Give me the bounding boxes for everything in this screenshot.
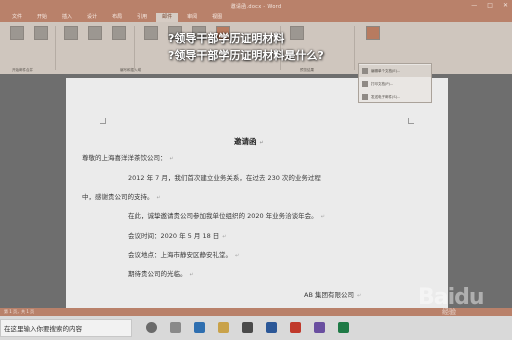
overlay-title-line2: ?领导干部学历证明材料是什么? [168, 49, 324, 62]
task-view-icon[interactable] [170, 322, 181, 333]
paragraph-mark: ↵ [222, 234, 227, 240]
paragraph-mark: ↵ [235, 253, 240, 259]
heading-text: 邀请函 [234, 137, 257, 146]
document-line: 期待贵公司的光临。 ↵ [128, 268, 194, 278]
document-line: 2012 年 7 月，我们首次建立业务关系，在过去 230 次的业务过程 [128, 172, 321, 182]
group-start-merge-label: 开始邮件合并 [12, 67, 33, 72]
document-line: 会议地点：上海市静安区静安礼堂。 ↵ [128, 249, 239, 259]
excel-icon[interactable] [338, 322, 349, 333]
onenote-icon[interactable] [314, 322, 325, 333]
ribbon-divider [354, 26, 355, 70]
paragraph-mark: ↵ [320, 214, 325, 220]
taskbar-search-placeholder: 在这里输入你要搜索的内容 [4, 325, 82, 333]
line-text: 2012 年 7 月，我们首次建立业务关系，在过去 230 次的业务过程 [128, 174, 321, 182]
maximize-button[interactable]: □ [487, 2, 493, 10]
store-icon[interactable] [242, 322, 253, 333]
group-label: 预览结果 [300, 66, 314, 74]
taskbar-search-box[interactable]: 在这里输入你要搜索的内容 [0, 319, 132, 337]
minimize-button[interactable]: — [471, 2, 477, 10]
paragraph-mark: ↵ [156, 195, 161, 201]
page-count: 第 1 页，共 1 页 [4, 309, 35, 314]
tab-references[interactable]: 引用 [131, 13, 153, 22]
highlight-fields-button[interactable] [140, 26, 162, 60]
tab-home[interactable]: 开始 [31, 13, 53, 22]
group-insert-fields-label: 编写和插入域 [120, 67, 141, 72]
tab-view[interactable]: 视图 [206, 13, 228, 22]
line-text: 会议时间：2020 年 5 月 18 日 [128, 232, 220, 240]
tab-layout[interactable]: 布局 [106, 13, 128, 22]
document-line: 中，感谢贵公司的支持。 ↵ [82, 191, 161, 201]
recipients-icon [88, 26, 102, 40]
email-icon [362, 94, 368, 100]
tab-mailings[interactable]: 邮件 [156, 13, 179, 22]
menu-item-edit-documents[interactable]: 编辑单个文档(E)... [359, 65, 431, 77]
menu-item-label: 打印文档(P)... [371, 81, 394, 86]
paragraph-mark: ↵ [189, 272, 194, 278]
highlight-icon [144, 26, 158, 40]
powerpoint-icon[interactable] [290, 322, 301, 333]
finish-icon [366, 26, 380, 40]
line-text: 会议地点：上海市静安区静安礼堂。 [128, 251, 232, 259]
start-merge-button[interactable] [60, 26, 82, 60]
tab-review[interactable]: 审阅 [181, 13, 203, 22]
line-text: AB 集团有限公司 [304, 291, 354, 299]
printer-icon [362, 81, 368, 87]
window-controls: — □ ✕ [471, 2, 508, 10]
line-text: 尊敬的上海喜洋洋茶饮公司： [82, 154, 167, 162]
paragraph-mark: ↵ [259, 140, 264, 146]
tab-file[interactable]: 文件 [6, 13, 28, 22]
line-text: 期待贵公司的光临。 [128, 270, 187, 278]
cortana-icon[interactable] [146, 322, 157, 333]
document-page[interactable]: 邀请函 ↵ 尊敬的上海喜洋洋茶饮公司： ↵ 2012 年 7 月，我们首次建立业务关… [66, 78, 448, 310]
menu-item-label: 编辑单个文档(E)... [371, 68, 401, 73]
select-recipients-button[interactable] [84, 26, 106, 60]
title-bar: 邀请函.docx - Word — □ ✕ [0, 0, 512, 12]
close-button[interactable]: ✕ [503, 2, 508, 10]
menu-item-label: 发送电子邮件(S)... [371, 94, 401, 99]
ribbon-divider [55, 26, 56, 70]
taskbar: 在这里输入你要搜索的内容 [0, 316, 512, 340]
envelopes-button[interactable] [6, 26, 28, 60]
ribbon-tabs: 文件 开始 插入 设计 布局 引用 邮件 审阅 视图 [0, 12, 512, 22]
finish-merge-dropdown: 编辑单个文档(E)... 打印文档(P)... 发送电子邮件(S)... [358, 63, 432, 103]
line-text: 中，感谢贵公司的支持。 [82, 193, 154, 201]
document-line: 尊敬的上海喜洋洋茶饮公司： ↵ [82, 152, 174, 162]
group-label: 编写和插入域 [120, 66, 141, 74]
line-text: 在此，诚挚邀请贵公司参加我单位组织的 2020 年业务洽谈年会。 [128, 212, 318, 220]
word-icon[interactable] [266, 322, 277, 333]
labels-button[interactable] [30, 26, 52, 60]
ribbon-divider [134, 26, 135, 70]
overlay-title-line1: ?领导干部学历证明材料 [168, 32, 285, 45]
menu-item-send-email[interactable]: 发送电子邮件(S)... [359, 91, 431, 103]
edit-list-button[interactable] [108, 26, 130, 60]
list-icon [112, 26, 126, 40]
file-explorer-icon[interactable] [218, 322, 229, 333]
tab-insert[interactable]: 插入 [56, 13, 78, 22]
paragraph-mark: ↵ [356, 293, 362, 299]
tab-design[interactable]: 设计 [81, 13, 103, 22]
preview-icon [290, 26, 304, 40]
menu-item-print-documents[interactable]: 打印文档(P)... [359, 78, 431, 90]
document-content: 邀请函 ↵ 尊敬的上海喜洋洋茶饮公司： ↵ 2012 年 7 月，我们首次建立业务关… [66, 78, 448, 310]
document-line: 会议时间：2020 年 5 月 18 日 ↵ [128, 230, 226, 240]
document-heading: 邀请函 ↵ [234, 136, 264, 147]
label-icon [34, 26, 48, 40]
window-title: 邀请函.docx - Word [230, 3, 282, 10]
group-preview-label: 预览结果 [300, 67, 314, 72]
group-label: 开始邮件合并 [12, 66, 33, 74]
envelope-icon [10, 26, 24, 40]
document-line: 在此，诚挚邀请贵公司参加我单位组织的 2020 年业务洽谈年会。 ↵ [128, 210, 325, 220]
document-line: AB 集团有限公司 ↵ [304, 289, 361, 299]
paragraph-mark: ↵ [169, 156, 174, 162]
document-icon [362, 68, 368, 74]
edge-icon[interactable] [194, 322, 205, 333]
baidu-watermark: Baidu 经验 [418, 285, 485, 317]
finish-merge-button[interactable] [362, 26, 384, 60]
merge-icon [64, 26, 78, 40]
